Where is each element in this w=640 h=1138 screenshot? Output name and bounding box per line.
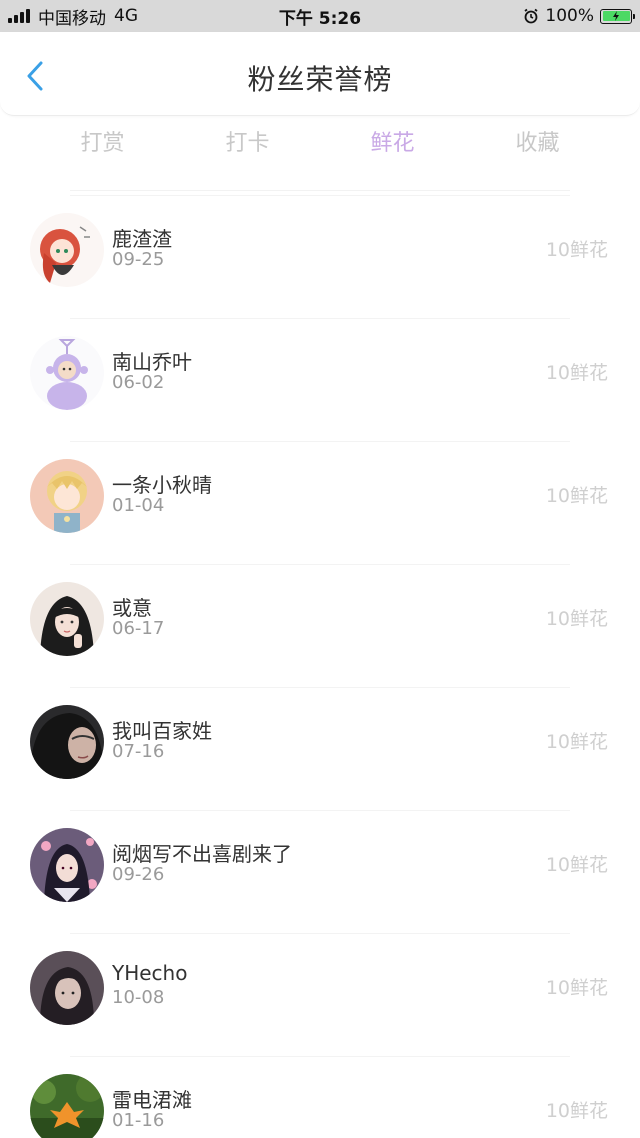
fan-date: 01-16 bbox=[112, 1110, 165, 1131]
tab-shoucang[interactable]: 收藏 bbox=[465, 124, 610, 164]
list-item[interactable]: 雷电涒滩 01-16 10鲜花 bbox=[0, 1056, 640, 1138]
avatar[interactable] bbox=[30, 336, 104, 410]
row-divider bbox=[70, 441, 570, 442]
list-item[interactable]: 一条小秋晴 01-04 10鲜花 bbox=[0, 441, 640, 564]
charging-icon bbox=[613, 11, 619, 21]
flower-count: 10鲜花 bbox=[545, 608, 608, 630]
avatar[interactable] bbox=[30, 951, 104, 1025]
list-item[interactable]: 我叫百家姓 07-16 10鲜花 bbox=[0, 687, 640, 810]
row-divider bbox=[70, 1056, 570, 1057]
avatar[interactable] bbox=[30, 213, 104, 287]
flower-count: 10鲜花 bbox=[545, 362, 608, 384]
fan-date: 06-17 bbox=[112, 618, 165, 639]
flower-count: 10鲜花 bbox=[545, 731, 608, 753]
fan-date: 09-26 bbox=[112, 864, 165, 885]
fan-name: 雷电涒滩 bbox=[112, 1088, 192, 1112]
nav-header: 粉丝荣誉榜 bbox=[0, 32, 640, 116]
row-divider bbox=[70, 933, 570, 934]
list-item[interactable]: 阅烟写不出喜剧来了 09-26 10鲜花 bbox=[0, 810, 640, 933]
fan-name: 鹿渣渣 bbox=[112, 227, 172, 251]
status-right: 100% bbox=[523, 0, 635, 32]
flower-count: 10鲜花 bbox=[545, 239, 608, 261]
fan-date: 10-08 bbox=[112, 987, 165, 1008]
battery-percent: 100% bbox=[545, 6, 594, 26]
flower-count: 10鲜花 bbox=[545, 485, 608, 507]
fan-date: 07-16 bbox=[112, 741, 165, 762]
fan-name: 或意 bbox=[112, 596, 152, 620]
row-divider bbox=[70, 687, 570, 688]
list-item[interactable]: 南山乔叶 06-02 10鲜花 bbox=[0, 318, 640, 441]
tabs-divider bbox=[70, 190, 570, 191]
battery-icon bbox=[600, 8, 635, 24]
fan-list: 鹿渣渣 09-25 10鲜花 南山乔叶 06-02 10鲜花 一条小秋晴 01-04 10鲜花或… bbox=[0, 195, 640, 1138]
avatar[interactable] bbox=[30, 459, 104, 533]
avatar[interactable] bbox=[30, 582, 104, 656]
avatar[interactable] bbox=[30, 705, 104, 779]
status-bar: 中国移动 4G 下午 5:26 100% bbox=[0, 0, 640, 32]
fan-date: 09-25 bbox=[112, 249, 165, 270]
fan-name: 南山乔叶 bbox=[112, 350, 192, 374]
page-title: 粉丝荣誉榜 bbox=[247, 63, 393, 96]
row-divider bbox=[70, 810, 570, 811]
list-item[interactable]: 或意 06-17 10鲜花 bbox=[0, 564, 640, 687]
row-divider bbox=[70, 318, 570, 319]
flower-count: 10鲜花 bbox=[545, 1100, 608, 1122]
list-item[interactable]: 鹿渣渣 09-25 10鲜花 bbox=[0, 195, 640, 318]
fan-name: 阅烟写不出喜剧来了 bbox=[112, 842, 292, 866]
avatar[interactable] bbox=[30, 1074, 104, 1138]
list-item[interactable]: YHecho 10-08 10鲜花 bbox=[0, 933, 640, 1056]
tab-bar: 打赏 打卡 鲜花 收藏 bbox=[30, 124, 610, 164]
flower-count: 10鲜花 bbox=[545, 854, 608, 876]
flower-count: 10鲜花 bbox=[545, 977, 608, 999]
row-divider bbox=[70, 195, 570, 196]
tab-daka[interactable]: 打卡 bbox=[175, 124, 320, 164]
fan-date: 01-04 bbox=[112, 495, 165, 516]
fan-name: 我叫百家姓 bbox=[112, 719, 212, 743]
fan-date: 06-02 bbox=[112, 372, 165, 393]
tab-dashang[interactable]: 打赏 bbox=[30, 124, 175, 164]
fan-name: YHecho bbox=[112, 961, 188, 985]
row-divider bbox=[70, 564, 570, 565]
avatar[interactable] bbox=[30, 828, 104, 902]
fan-name: 一条小秋晴 bbox=[112, 473, 212, 497]
alarm-icon bbox=[524, 8, 538, 24]
tab-xianhua[interactable]: 鲜花 bbox=[320, 124, 465, 164]
battery-fill bbox=[602, 11, 630, 21]
